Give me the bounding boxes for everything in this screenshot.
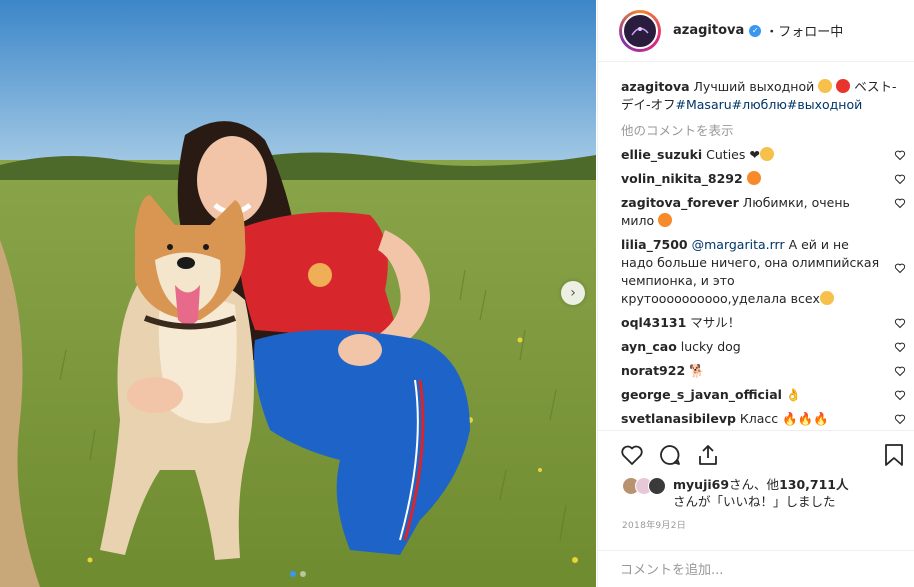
comment-row: svetlanasibilevp Класс 🔥🔥🔥 (621, 410, 906, 428)
emoji-icon (658, 213, 673, 227)
carousel-dot (300, 571, 306, 577)
comment-text: 🐕 (689, 363, 705, 378)
comment-text: Cuties ❤ (706, 147, 760, 162)
heart-icon[interactable] (620, 443, 644, 467)
likes-count[interactable]: 130,711人 (779, 477, 848, 492)
heart-icon[interactable] (894, 317, 906, 329)
likes-summary: myuji69さん、他130,711人 さんが「いいね！」しました (598, 470, 914, 510)
comment-row: volin_nikita_8292 (621, 170, 906, 188)
share-icon[interactable] (696, 443, 720, 467)
comment-username[interactable]: norat922 (621, 363, 685, 378)
heart-icon[interactable] (894, 389, 906, 401)
comment-row: george_s_javan_official 👌 (621, 386, 906, 404)
mention-link[interactable]: @margarita.rrr (692, 237, 785, 252)
comment-username[interactable]: ellie_suzuki (621, 147, 702, 162)
comment-row: lilia_7500 @margarita.rrr А ей и не надо… (621, 236, 906, 308)
comment-username[interactable]: svetlanasibilevp (621, 411, 736, 426)
caption-username[interactable]: azagitova (621, 79, 690, 94)
comment-row: zagitova_forever Любимки, очень мило (621, 194, 906, 230)
comment-username[interactable]: lilia_7500 (621, 237, 688, 252)
heart-icon[interactable] (894, 197, 906, 209)
comment-username[interactable]: zagitova_forever (621, 195, 739, 210)
add-comment-input[interactable]: コメントを追加... (598, 550, 914, 587)
comment-row: norat922 🐕 (621, 362, 906, 380)
caption-text: Лучший выходной (693, 79, 815, 94)
emoji-icon (818, 79, 833, 93)
emoji-icon (819, 291, 834, 305)
header-username[interactable]: azagitova (673, 23, 744, 38)
next-photo-button[interactable]: › (561, 281, 585, 305)
likes-text: さん、他 (729, 477, 780, 492)
hashtag-link[interactable]: #Masaru (676, 97, 732, 112)
follow-status[interactable]: ・フォロー中 (765, 21, 843, 40)
comment-row: oql43131 マサル！ (621, 314, 906, 332)
comment-text: Класс 🔥🔥🔥 (739, 411, 829, 426)
likes-text-2: さんが「いいね！」しました (673, 494, 836, 509)
avatar[interactable] (619, 9, 661, 52)
heart-icon[interactable] (894, 149, 906, 161)
chevron-right-icon: › (570, 285, 576, 301)
heart-icon[interactable] (894, 341, 906, 353)
comments-list: azagitova Лучший выходной ベスト-デイ-オフ#Masa… (621, 78, 906, 430)
avatar (648, 477, 666, 495)
view-more-comments[interactable]: 他のコメントを表示 (621, 122, 906, 140)
hashtag-link[interactable]: #люблю (732, 97, 787, 112)
carousel-dot-active (290, 571, 296, 577)
heart-icon[interactable] (894, 262, 906, 274)
comment-text: lucky dog (680, 339, 741, 354)
post-sidebar: azagitova ✓ ・フォロー中 azagitova Лучший выхо… (597, 0, 914, 587)
comment-username[interactable]: volin_nikita_8292 (621, 171, 743, 186)
heart-icon[interactable] (894, 173, 906, 185)
comment-username[interactable]: george_s_javan_official (621, 387, 782, 402)
heart-icon[interactable] (894, 365, 906, 377)
emoji-icon (759, 147, 774, 161)
emoji-icon (836, 79, 851, 93)
hashtag-link[interactable]: #выходной (787, 97, 862, 112)
comment-row: ellie_suzuki Cuties ❤ (621, 146, 906, 164)
comment-text: 👌 (785, 387, 802, 402)
post-date: 2018年9月2日 (622, 521, 687, 531)
comment-row: ayn_cao lucky dog (621, 338, 906, 356)
emoji-icon (746, 171, 761, 185)
comment-text: マサル！ (690, 315, 741, 330)
caption: azagitova Лучший выходной ベスト-デイ-オフ#Masa… (621, 78, 906, 114)
comment-icon[interactable] (658, 443, 682, 467)
carousel-dots (0, 571, 596, 577)
post-header: azagitova ✓ ・フォロー中 (598, 0, 914, 62)
verified-icon: ✓ (749, 24, 762, 37)
comment-username[interactable]: ayn_cao (621, 339, 677, 354)
bookmark-icon[interactable] (883, 443, 905, 467)
liker-username[interactable]: myuji69 (673, 477, 729, 492)
liker-avatars (622, 477, 666, 510)
comment-username[interactable]: oql43131 (621, 315, 686, 330)
post-actions: myuji69さん、他130,711人 さんが「いいね！」しました 2018年9… (598, 430, 914, 531)
heart-icon[interactable] (894, 413, 906, 425)
post-photo[interactable]: › (0, 0, 596, 587)
